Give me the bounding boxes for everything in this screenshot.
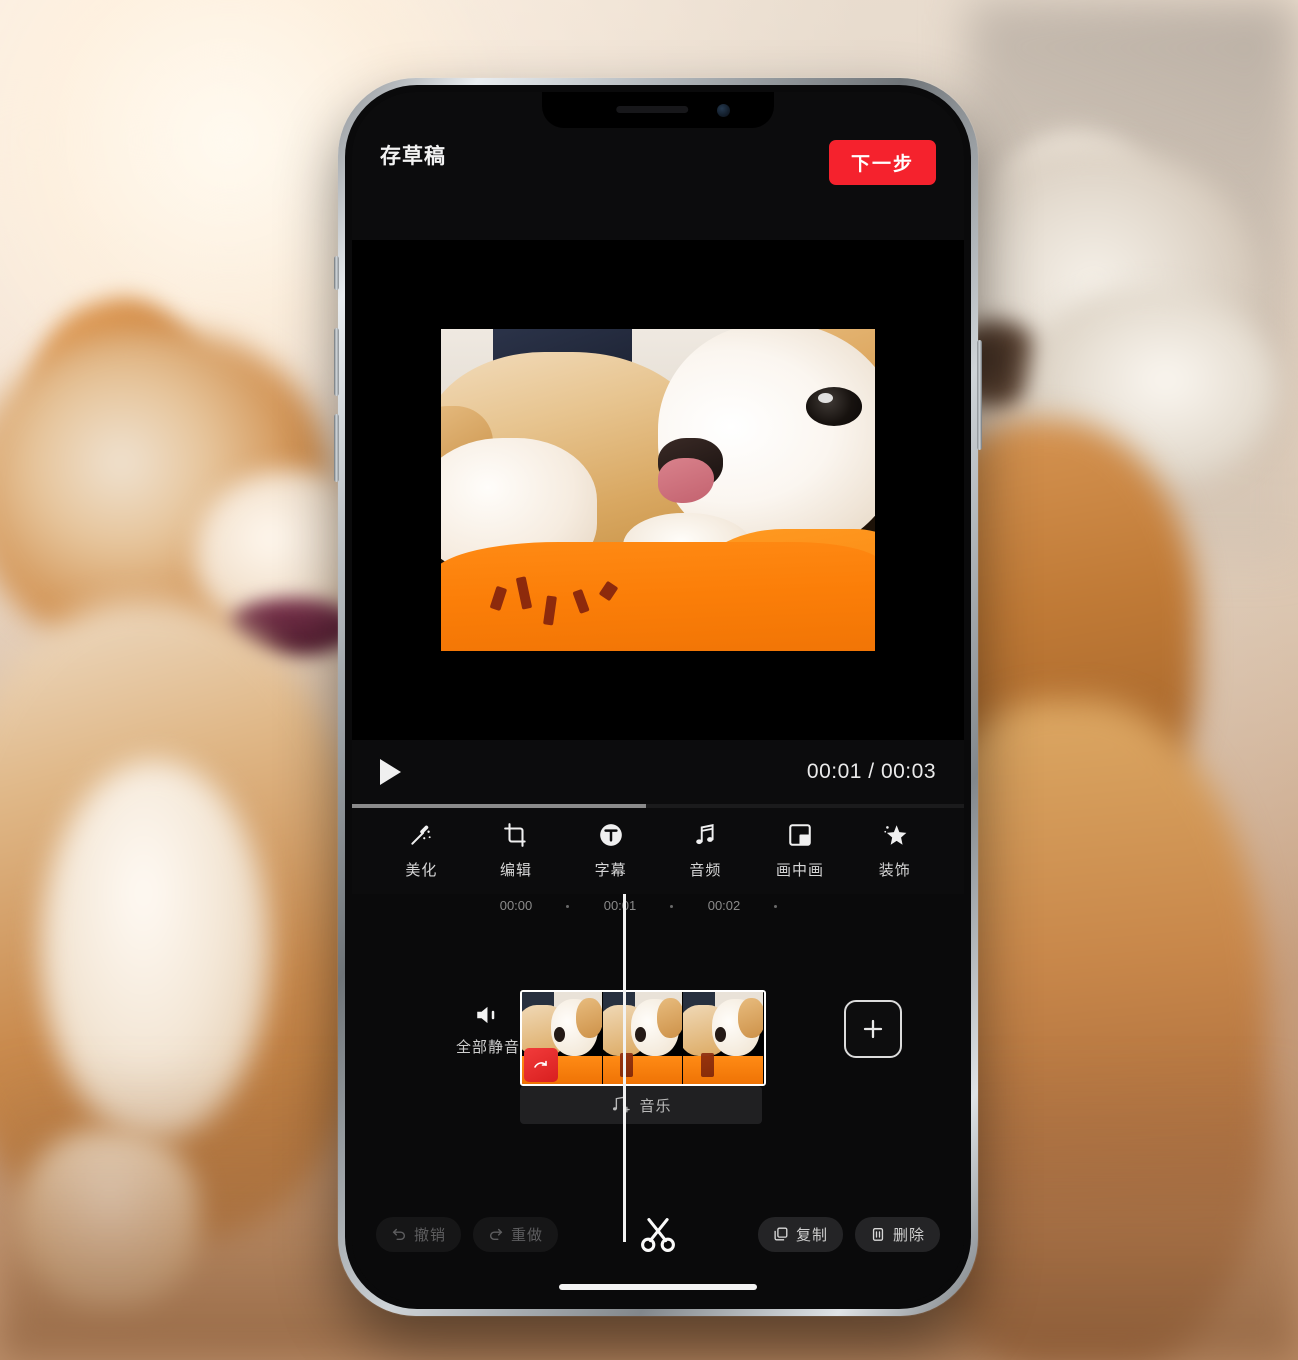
toolbar-label: 美化 (405, 862, 438, 879)
video-preview-area[interactable] (352, 240, 964, 740)
scissors-icon (637, 1214, 679, 1256)
video-puppy-eye (805, 386, 862, 426)
timeline-playhead[interactable] (623, 894, 626, 1242)
toolbar-item-decoration[interactable]: 装饰 (847, 820, 942, 880)
video-clip-selected[interactable] (520, 990, 766, 1086)
next-step-button[interactable]: 下一步 (828, 140, 936, 185)
picture-in-picture-icon (787, 820, 813, 850)
trash-icon (870, 1226, 886, 1242)
video-preview-frame[interactable] (441, 329, 875, 651)
toolbar-item-audio[interactable]: 音频 (658, 820, 753, 880)
toolbar-item-subtitle[interactable]: 字幕 (563, 820, 658, 880)
ruler-dot (774, 905, 777, 908)
toolbar-item-pip[interactable]: 画中画 (753, 820, 848, 880)
front-camera-icon (717, 104, 730, 117)
ruler-tick-label: 00:02 (707, 898, 741, 913)
toolbar-label: 编辑 (500, 862, 533, 879)
toolbar-label: 字幕 (594, 862, 627, 879)
magic-wand-icon (408, 820, 434, 850)
volume-up-button[interactable] (334, 328, 339, 396)
redo-arrow-icon (488, 1226, 504, 1242)
sparkle-star-icon (882, 820, 908, 850)
video-editor-app: 存草稿 下一步 00:01 / 00:03 美化 编辑 字幕 音频 画中画 装饰… (352, 92, 964, 1302)
undo-label: 撤销 (414, 1226, 447, 1244)
music-add-icon (610, 1095, 631, 1115)
text-circle-icon (598, 820, 624, 850)
redo-label: 重做 (511, 1226, 544, 1244)
power-button[interactable] (977, 340, 982, 450)
clip-edit-button-group: 复制 删除 (757, 1216, 940, 1252)
crop-icon (503, 820, 529, 850)
music-note-icon (692, 820, 718, 850)
timeline-track-row: 全部静音 音乐 (352, 990, 964, 1124)
playback-bar: 00:01 / 00:03 (352, 740, 964, 804)
copy-label: 复制 (795, 1226, 828, 1244)
toolbar-item-edit[interactable]: 编辑 (469, 820, 564, 880)
toolbar-label: 音频 (689, 862, 722, 879)
home-indicator[interactable] (559, 1284, 757, 1290)
ruler-dot (566, 905, 569, 908)
time-display: 00:01 / 00:03 (806, 760, 936, 783)
copy-button[interactable]: 复制 (757, 1216, 843, 1252)
toolbar-label: 装饰 (878, 862, 911, 879)
silent-switch-button[interactable] (334, 256, 339, 290)
save-draft-button[interactable]: 存草稿 (380, 140, 446, 170)
clip-thumbnail (683, 992, 764, 1084)
ruler-dot (670, 905, 673, 908)
history-button-group: 撤销 重做 (376, 1216, 559, 1252)
play-triangle-icon[interactable] (380, 759, 401, 785)
toolbar-label: 画中画 (776, 862, 825, 879)
timeline-panel[interactable]: 00:00 00:01 00:02 全部静音 音乐 撤销 重做 复制 删除 (352, 894, 964, 1302)
phone-device-frame: 存草稿 下一步 00:01 / 00:03 美化 编辑 字幕 音频 画中画 装饰… (334, 78, 982, 1316)
clip-type-badge (524, 1048, 558, 1082)
delete-label: 删除 (892, 1226, 925, 1244)
toolbar-item-beautify[interactable]: 美化 (374, 820, 469, 880)
undo-arrow-icon (391, 1226, 407, 1242)
phone-screen: 存草稿 下一步 00:01 / 00:03 美化 编辑 字幕 音频 画中画 装饰… (352, 92, 964, 1302)
iphone-notch (542, 92, 774, 128)
ruler-tick-label: 00:01 (603, 898, 637, 913)
progress-fill (352, 804, 646, 808)
copy-icon (773, 1226, 789, 1242)
ruler-tick-label: 00:00 (499, 898, 533, 913)
timeline-ruler[interactable]: 00:00 00:01 00:02 (352, 894, 964, 920)
plus-icon (860, 1016, 886, 1042)
progress-scrubber[interactable] (352, 804, 964, 808)
redo-button[interactable]: 重做 (473, 1216, 559, 1252)
undo-button[interactable]: 撤销 (376, 1216, 462, 1252)
split-clip-button[interactable] (637, 1214, 679, 1256)
clip-thumbnail (602, 992, 684, 1084)
video-orange-fabric (441, 541, 875, 651)
music-label: 音乐 (639, 1097, 672, 1115)
delete-button[interactable]: 删除 (854, 1216, 940, 1252)
add-clip-button[interactable] (844, 1000, 902, 1058)
clip-thumbnail (522, 992, 603, 1084)
add-music-track-button[interactable]: 音乐 (520, 1086, 762, 1124)
earpiece-speaker-icon (616, 106, 689, 113)
volume-down-button[interactable] (334, 414, 339, 482)
edit-toolbar: 美化 编辑 字幕 音频 画中画 装饰 (352, 808, 964, 894)
